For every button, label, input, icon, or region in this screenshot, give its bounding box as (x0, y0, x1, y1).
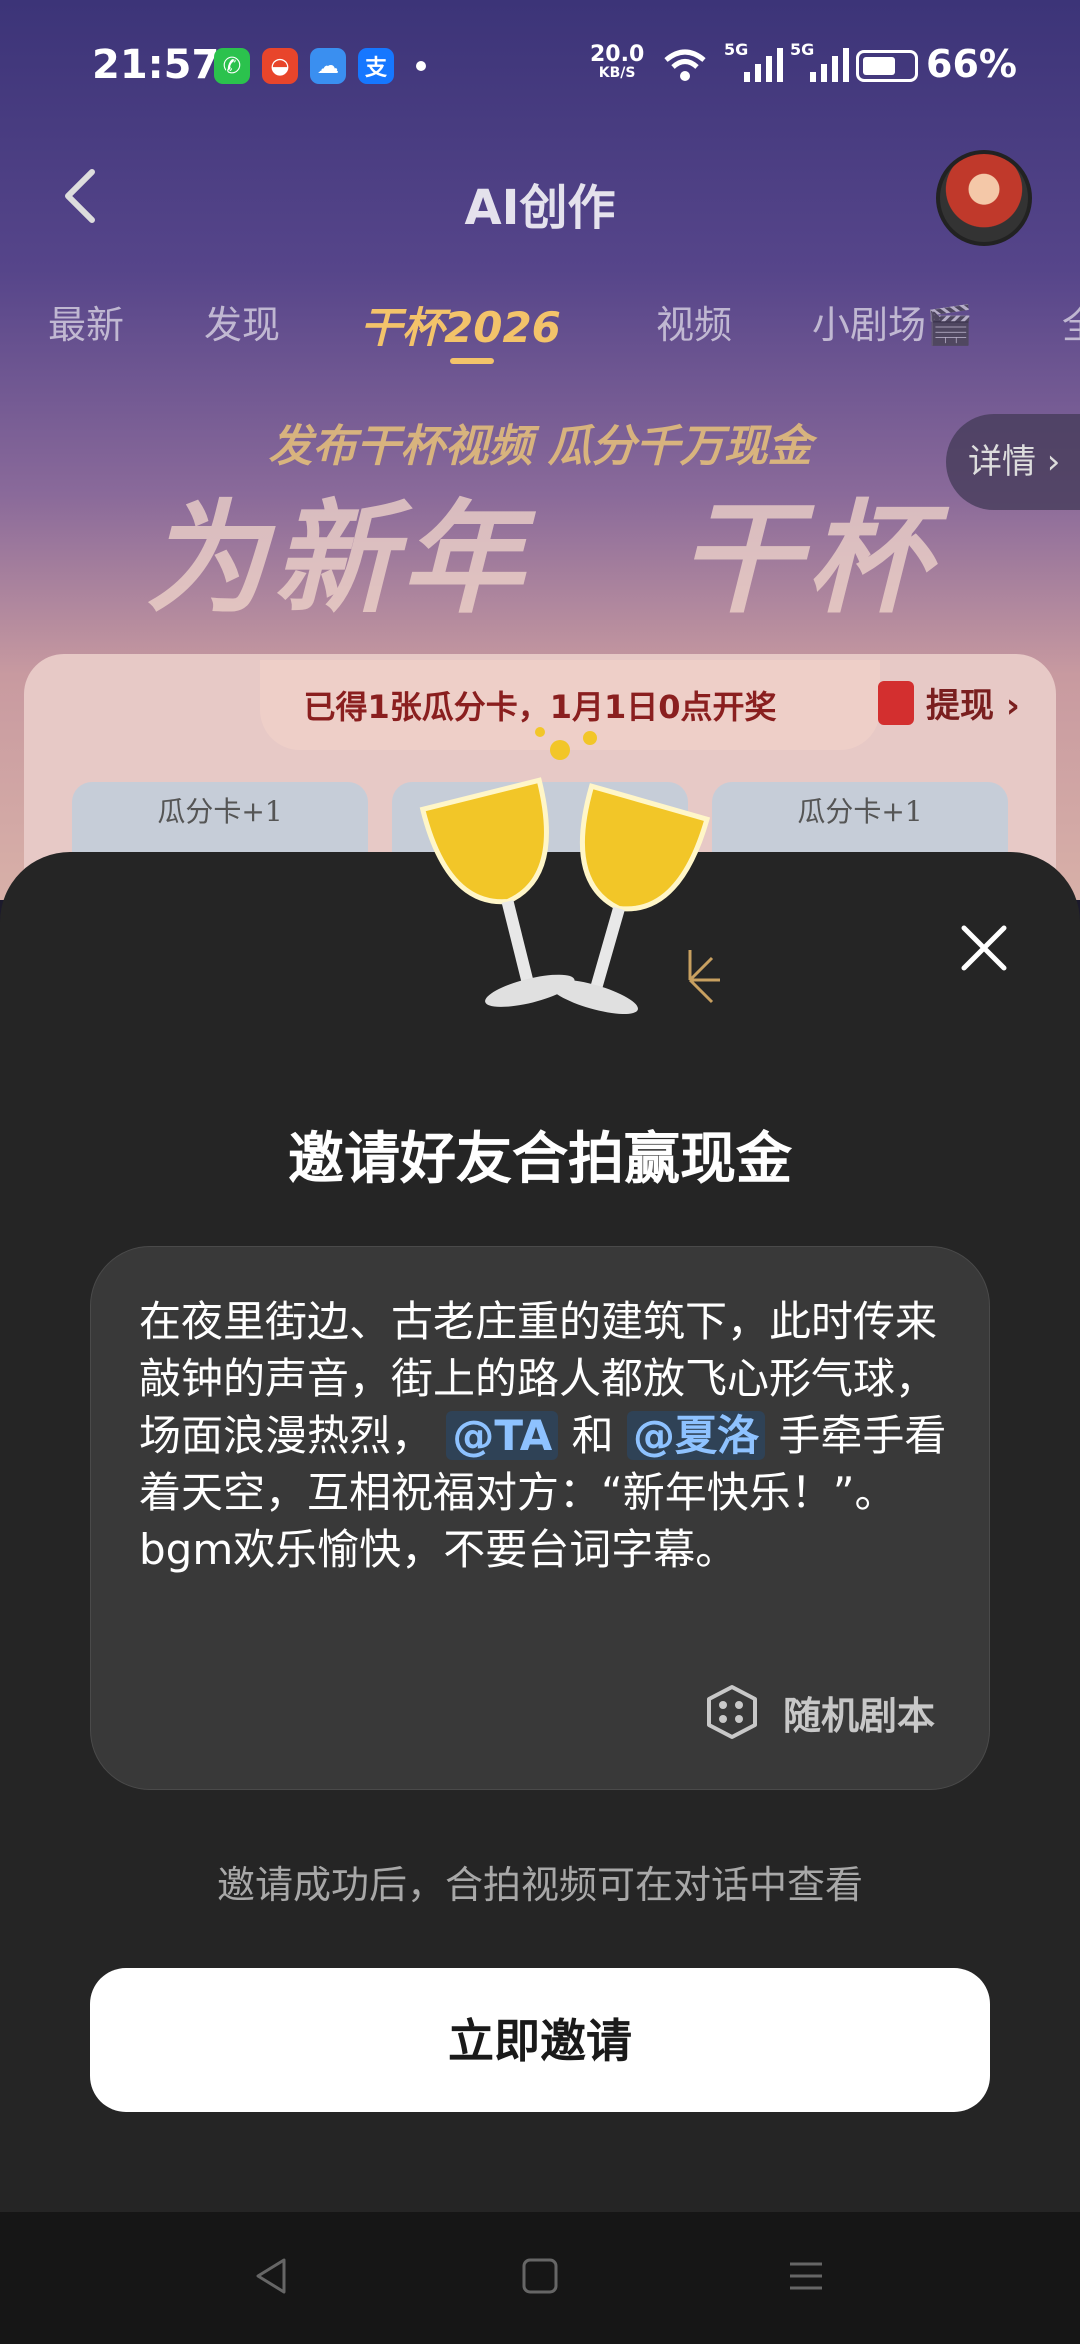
wechat-icon: ✆ (214, 48, 250, 84)
battery-percent: 66% (926, 42, 1017, 86)
category-tabs: 最新 发现 干杯2026 视频 小剧场🎬 全 (0, 294, 1080, 364)
status-bar: 21:57 ✆ ◒ ☁ 支 20.0 KB/S 5G 5G 66% (0, 0, 1080, 140)
tab-video[interactable]: 视频 (656, 294, 732, 349)
system-nav-bar (0, 2212, 1080, 2344)
status-time: 21:57 (92, 42, 220, 88)
banner-title-right: 干杯 (679, 488, 935, 630)
active-tab-indicator (450, 358, 494, 364)
random-script-label: 随机剧本 (782, 1693, 935, 1738)
tab-cheers-2026[interactable]: 干杯2026 (360, 294, 561, 355)
champagne-glasses-icon (419, 727, 720, 1015)
red-app-icon: ◒ (262, 48, 298, 84)
prompt-box[interactable]: 在夜里街边、古老庄重的建筑下，此时传来敲钟的声音，街上的路人都放飞心形气球，场面… (90, 1246, 990, 1790)
signal-1-icon (744, 48, 783, 82)
weather-icon: ☁ (310, 48, 346, 84)
sheet-title: 邀请好友合拍赢现金 (288, 1127, 792, 1192)
withdraw-label: 提现 › (926, 686, 1020, 726)
user-avatar[interactable] (936, 150, 1032, 246)
notification-icons: ✆ ◒ ☁ 支 (214, 48, 426, 84)
red-packet-icon (878, 680, 914, 725)
random-script-button[interactable]: 随机剧本 (703, 1683, 935, 1741)
signal-2-icon (810, 48, 849, 82)
prompt-part-2: 和 (571, 1411, 614, 1460)
details-button[interactable]: 详情 › (946, 414, 1080, 510)
dice-icon (706, 1685, 757, 1739)
banner-title-left: 为新年 (145, 488, 529, 630)
withdraw-button[interactable]: 提现 › (878, 678, 1020, 727)
network-speed-unit: KB/S (598, 65, 636, 81)
prompt-text: 在夜里街边、古老庄重的建筑下，此时传来敲钟的声音，街上的路人都放飞心形气球，场面… (139, 1293, 959, 1578)
wifi-icon (664, 49, 706, 81)
battery-level (863, 57, 895, 75)
network-speed: 20.0 KB/S (590, 42, 645, 81)
mention-xialuo[interactable]: @夏洛 (627, 1411, 766, 1460)
nav-back-icon[interactable] (252, 2256, 292, 2296)
page-title: AI创作 (464, 180, 616, 236)
battery-icon (856, 50, 918, 82)
top-header: AI创作 (0, 150, 1080, 250)
invite-now-button[interactable]: 立即邀请 (90, 1968, 990, 2112)
tab-all[interactable]: 全 (1062, 294, 1080, 349)
nav-menu-icon[interactable] (786, 2256, 826, 2296)
tab-theater[interactable]: 小剧场🎬 (812, 294, 973, 349)
network-speed-value: 20.0 (590, 42, 645, 67)
close-icon[interactable] (956, 920, 1012, 976)
tab-latest[interactable]: 最新 (48, 294, 124, 349)
invite-hint: 邀请成功后，合拍视频可在对话中查看 (216, 1863, 863, 1907)
alipay-icon: 支 (358, 48, 394, 84)
banner-title: 为新年 干杯 (0, 460, 1080, 637)
tab-discover[interactable]: 发现 (204, 294, 280, 349)
mention-ta[interactable]: @TA (446, 1411, 559, 1460)
nav-home-icon[interactable] (520, 2256, 560, 2296)
more-notifications-icon (416, 61, 426, 71)
